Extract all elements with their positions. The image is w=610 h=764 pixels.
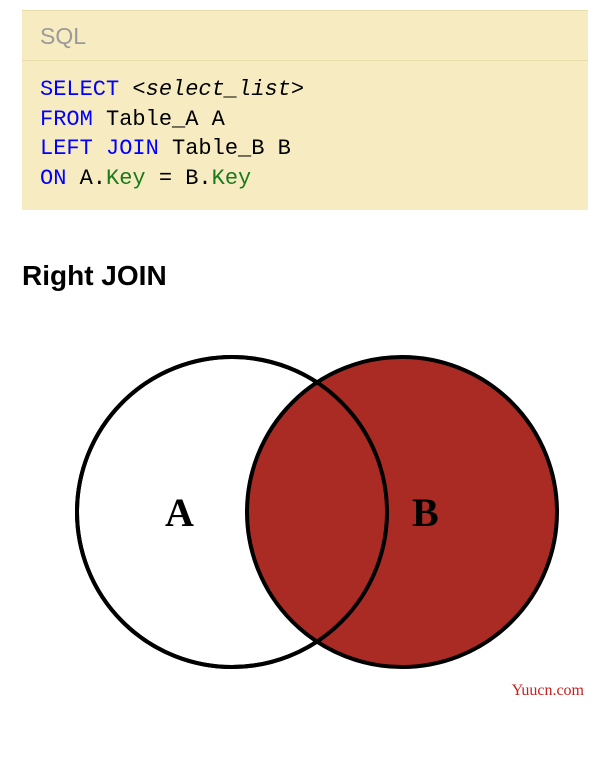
key-a: Key [106, 166, 146, 191]
venn-circle-b [247, 357, 557, 667]
venn-label-a: A [165, 490, 194, 535]
b-dot: B. [185, 166, 211, 191]
watermark: Yuucn.com [512, 682, 584, 700]
equals: = [146, 166, 186, 191]
code-language-label: SQL [40, 23, 86, 49]
table-a-ref: Table_A A [106, 107, 225, 132]
keyword-on: ON [40, 166, 66, 191]
code-block: SQL SELECT <select_list> FROM Table_A A … [22, 10, 588, 210]
venn-diagram: A B Yuucn.com [22, 322, 588, 702]
a-dot: A. [80, 166, 106, 191]
section-heading: Right JOIN [22, 260, 610, 292]
code-header: SQL [22, 11, 588, 61]
venn-svg: A B [22, 322, 588, 702]
code-body: SELECT <select_list> FROM Table_A A LEFT… [22, 61, 588, 210]
keyword-from: FROM [40, 107, 93, 132]
table-b-ref: Table_B B [172, 136, 291, 161]
key-b: Key [212, 166, 252, 191]
select-list-placeholder: <select_list> [132, 77, 304, 102]
keyword-left-join: LEFT JOIN [40, 136, 159, 161]
venn-label-b: B [412, 490, 439, 535]
keyword-select: SELECT [40, 77, 119, 102]
